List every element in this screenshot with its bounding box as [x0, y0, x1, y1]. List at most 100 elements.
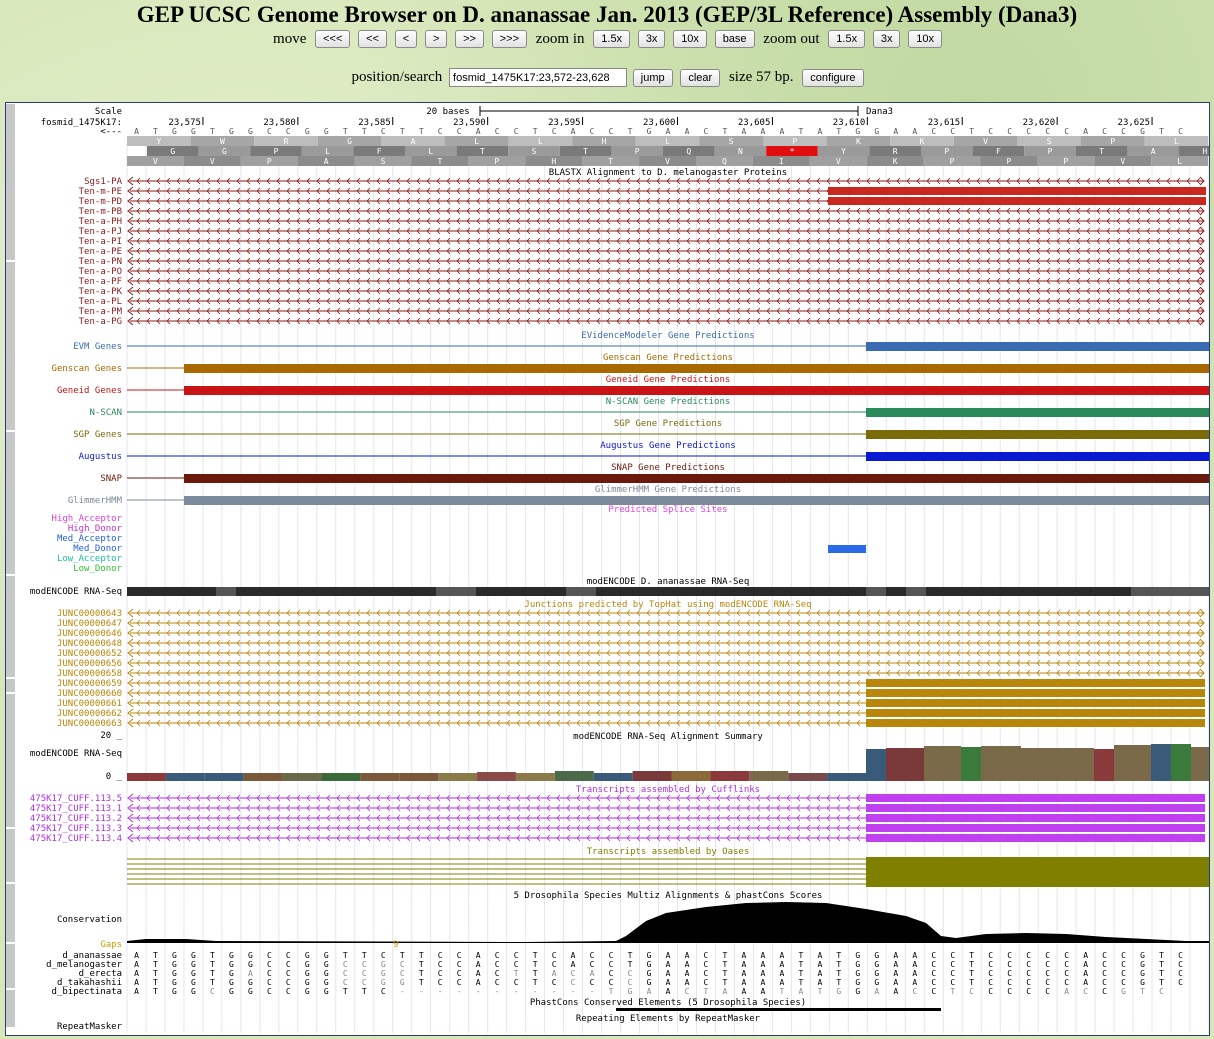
- alignment-base: A: [134, 978, 139, 987]
- zoom-in-10x-button[interactable]: 10x: [673, 30, 707, 48]
- rnaseq-coverage-segment: [1131, 587, 1209, 596]
- alignment-base: A: [590, 969, 595, 978]
- alignment-base: C: [286, 978, 291, 987]
- zoom-in-3x-button[interactable]: 3x: [637, 30, 666, 48]
- alignment-base: C: [950, 978, 955, 987]
- base-letter: T: [533, 127, 538, 136]
- move-right-button[interactable]: >>: [455, 30, 484, 48]
- zoom-in-base-button[interactable]: base: [714, 30, 755, 48]
- alignment-base: C: [286, 987, 291, 996]
- summary-bar: [127, 773, 166, 781]
- splice-site-mark: [828, 545, 866, 553]
- alignment-base: G: [874, 969, 879, 978]
- junction-item-label: JUNC00000646: [57, 629, 122, 639]
- summary-bar: [981, 746, 1021, 781]
- alignment-base: A: [742, 987, 747, 996]
- summary-bar: [924, 746, 961, 781]
- alignment-base: C: [1007, 987, 1012, 996]
- alignment-base: A: [685, 960, 690, 969]
- amino-acid-letter: R: [284, 137, 289, 146]
- alignment-base: C: [988, 951, 993, 960]
- base-letter: C: [988, 127, 993, 136]
- amino-acid-letter: Y: [841, 147, 846, 156]
- alignment-base: G: [172, 969, 177, 978]
- summary-bar: [788, 773, 828, 781]
- summary-bar: [961, 747, 981, 781]
- alignment-base: G: [324, 951, 329, 960]
- base-letter: T: [400, 127, 405, 136]
- junction-item-label: JUNC00000659: [57, 679, 122, 689]
- track-display: Scale 20 bases Dana3fosmid_1475K17: 23,575 2…: [6, 104, 1209, 1033]
- base-letter: A: [1083, 127, 1088, 136]
- alignment-base: C: [514, 960, 519, 969]
- summary-bar: [710, 771, 750, 781]
- alignment-base: G: [324, 978, 329, 987]
- alignment-base: G: [172, 978, 177, 987]
- track-handle: [6, 679, 15, 692]
- amino-acid-letter: L: [665, 137, 670, 146]
- move-right-far-button[interactable]: >>>: [491, 30, 528, 48]
- alignment-base: T: [533, 969, 538, 978]
- alignment-base: C: [286, 951, 291, 960]
- alignment-base: T: [969, 969, 974, 978]
- alignment-base: C: [381, 951, 386, 960]
- alignment-base: T: [153, 987, 158, 996]
- alignment-base: G: [381, 978, 386, 987]
- rnaseq-coverage-segment: [866, 587, 886, 596]
- alignment-base: A: [1083, 978, 1088, 987]
- zoom-in-1-5x-button[interactable]: 1.5x: [593, 30, 631, 48]
- blastx-item-label: Ten-a-PK: [79, 287, 123, 297]
- alignment-base: A: [817, 978, 822, 987]
- alignment-base: C: [343, 978, 348, 987]
- track-title: modENCODE D. ananassae RNA-Seq: [587, 577, 750, 587]
- amino-acid-letter: P: [950, 157, 955, 166]
- alignment-base: A: [817, 969, 822, 978]
- alignment-base: T: [343, 951, 348, 960]
- alignment-base: A: [893, 987, 898, 996]
- alignment-base: G: [855, 969, 860, 978]
- summary-label: modENCODE RNA-Seq: [30, 749, 122, 759]
- move-right-small-button[interactable]: >: [424, 30, 448, 48]
- alignment-base: C: [1026, 951, 1031, 960]
- move-left-button[interactable]: <<: [358, 30, 387, 48]
- zoom-out-10x-button[interactable]: 10x: [908, 30, 942, 48]
- blastx-item-label: Ten-a-PL: [79, 297, 122, 307]
- jump-button[interactable]: jump: [632, 68, 673, 87]
- alignment-base: A: [134, 951, 139, 960]
- base-letter: C: [931, 127, 936, 136]
- zoom-out-3x-button[interactable]: 3x: [872, 30, 901, 48]
- alignment-base: A: [134, 987, 139, 996]
- position-search-input[interactable]: [449, 68, 628, 87]
- search-controls: position/search jump clear size 57 bp. c…: [0, 68, 1214, 87]
- move-left-small-button[interactable]: <: [394, 30, 418, 48]
- configure-button[interactable]: configure: [802, 68, 864, 87]
- base-letter: A: [912, 127, 917, 136]
- summary-bar: [165, 773, 205, 781]
- alignment-base: C: [457, 978, 462, 987]
- alignment-base: A: [666, 960, 671, 969]
- alignment-base: C: [1178, 969, 1183, 978]
- base-letter: A: [817, 127, 822, 136]
- alignment-base: A: [760, 951, 765, 960]
- track-title: Augustus Gene Predictions: [600, 441, 735, 451]
- blastx-item-label: Sgs1-PA: [84, 177, 123, 187]
- alignment-base: G: [1140, 978, 1145, 987]
- junction-item-label: JUNC00000660: [57, 689, 122, 699]
- track-title: Repeating Elements by RepeatMasker: [576, 1014, 761, 1024]
- zoom-out-1-5x-button[interactable]: 1.5x: [828, 30, 866, 48]
- track-title: PhastCons Conserved Elements (5 Drosophi…: [530, 998, 806, 1008]
- base-letter: G: [305, 127, 310, 136]
- summary-bar: [438, 773, 478, 781]
- alignment-base: A: [666, 969, 671, 978]
- clear-button[interactable]: clear: [680, 68, 721, 87]
- track-title: Predicted Splice Sites: [608, 505, 727, 515]
- move-left-far-button[interactable]: <<<: [315, 30, 351, 48]
- alignment-base: C: [1007, 960, 1012, 969]
- alignment-base: A: [779, 978, 784, 987]
- alignment-base: G: [324, 969, 329, 978]
- blastx-item-label: Ten-m-PD: [79, 197, 122, 207]
- alignment-base: C: [267, 969, 272, 978]
- genome-browser-image[interactable]: Scale 20 bases Dana3 fosmid_1475K17: 23,575 2…: [5, 102, 1210, 1036]
- gene-track-label: GlimmerHMM: [68, 496, 123, 506]
- amino-acid-letter: P: [1007, 157, 1012, 166]
